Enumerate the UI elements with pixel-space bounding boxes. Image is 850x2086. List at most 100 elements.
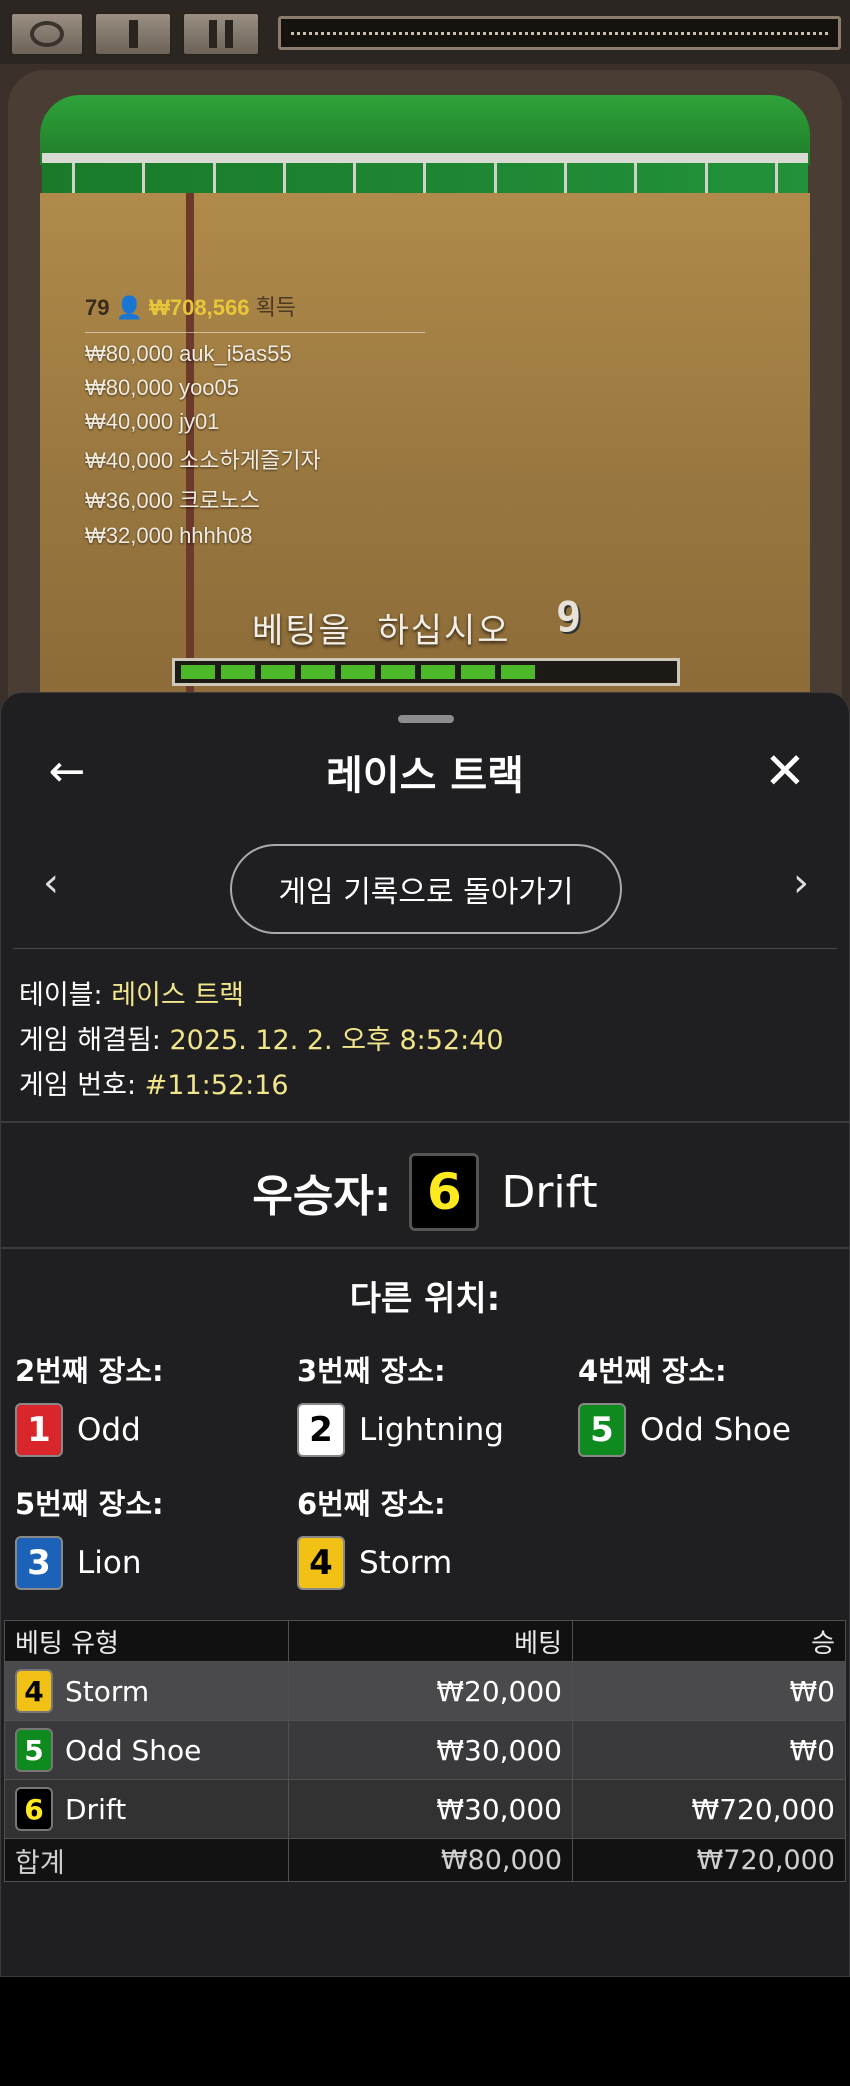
leaderboard-user: yoo05 xyxy=(179,375,240,400)
pause-icon xyxy=(209,20,233,48)
next-game-button[interactable]: › xyxy=(781,860,821,906)
bet-amount-cell: ₩30,000 xyxy=(288,1720,573,1780)
winner-label: 우승자: xyxy=(252,1171,392,1222)
close-icon: ✕ xyxy=(764,742,806,800)
timer-segment xyxy=(301,665,335,679)
leaderboard-row: ₩32,000 hhhh08 xyxy=(85,523,425,549)
leaderboard-amount: ₩40,000 xyxy=(85,448,174,473)
person-icon: 👤 xyxy=(115,295,144,320)
rail-posts xyxy=(42,163,808,193)
total-label: 합계 xyxy=(4,1838,289,1882)
total-win: ₩720,000 xyxy=(572,1838,846,1882)
info-table-value: 레이스 트랙 xyxy=(111,980,245,1011)
bet-type-cell: 5 Odd Shoe xyxy=(4,1720,289,1780)
win-amount-cell: ₩720,000 xyxy=(572,1779,846,1839)
horse-name: Odd Shoe xyxy=(65,1733,202,1767)
drag-handle[interactable] xyxy=(398,715,454,723)
divider xyxy=(13,948,837,949)
info-resolved-value: 2025. 12. 2. 오후 8:52:40 xyxy=(169,1025,504,1056)
place-label: 4번째 장소: xyxy=(578,1354,727,1388)
bet-type-cell: 4 Storm xyxy=(4,1661,289,1721)
leaderboard-row: ₩40,000 소소하게즐기자 xyxy=(85,443,425,475)
other-places-title: 다른 위치: xyxy=(349,1279,501,1319)
info-table-label: 테이블: xyxy=(19,980,103,1011)
place-horse: 4 Storm xyxy=(297,1536,452,1590)
track-rail xyxy=(42,153,808,163)
timer-segment xyxy=(181,665,215,679)
leaderboard-amount: ₩32,000 xyxy=(85,523,174,548)
place-horse: 2 Lightning xyxy=(297,1403,504,1457)
horse-name: Lightning xyxy=(359,1412,504,1448)
divider xyxy=(1,1247,849,1249)
leaderboard-user: 소소하게즐기자 xyxy=(179,448,321,473)
total-row: 합계 ₩80,000 ₩720,000 xyxy=(4,1838,846,1882)
total-bet: ₩80,000 xyxy=(288,1838,573,1882)
col-bet-type: 베팅 유형 xyxy=(4,1620,289,1662)
player-count: 79 xyxy=(85,295,110,320)
col-win: 승 xyxy=(572,1620,846,1662)
leaderboard-row: ₩80,000 auk_i5as55 xyxy=(85,341,425,367)
game-toolbar xyxy=(0,0,850,64)
leaderboard-row: ₩36,000 크로노스 xyxy=(85,483,425,515)
previous-game-button[interactable]: ‹ xyxy=(31,860,71,906)
horse-number-badge: 6 xyxy=(15,1787,53,1831)
table-row: 5 Odd Shoe ₩30,000 ₩0 xyxy=(4,1720,846,1780)
horse-number-badge: 4 xyxy=(15,1669,53,1713)
horse-name: Odd xyxy=(77,1412,141,1448)
timer-segment xyxy=(381,665,415,679)
leaderboard-amount: ₩36,000 xyxy=(85,488,174,513)
winner-name: Drift xyxy=(501,1166,598,1218)
race-progress-strip xyxy=(278,16,841,50)
timer-segment xyxy=(501,665,535,679)
leaderboard-amount: ₩80,000 xyxy=(85,375,174,400)
place-label: 2번째 장소: xyxy=(15,1354,164,1388)
horse-number-badge: 4 xyxy=(297,1536,345,1590)
leaderboard-header: 79 👤 ₩708,566 획득 xyxy=(85,290,425,333)
place-horse: 3 Lion xyxy=(15,1536,142,1590)
close-button[interactable]: ✕ xyxy=(757,742,813,800)
camera-icon xyxy=(30,21,64,47)
winner-badge: 6 xyxy=(409,1153,480,1231)
horse-number-badge: 5 xyxy=(578,1403,626,1457)
winnings-suffix: 획득 xyxy=(255,295,297,320)
bet-message: 베팅을 하십시오 xyxy=(252,611,511,651)
back-to-history-button[interactable]: 게임 기록으로 돌아가기 xyxy=(230,844,622,934)
sheet-title: 레이스 트랙 xyxy=(326,753,524,799)
info-number-label: 게임 번호: xyxy=(19,1070,137,1101)
single-bar-icon xyxy=(128,20,138,48)
leaderboard-amount: ₩40,000 xyxy=(85,409,174,434)
bets-table: 베팅 유형 베팅 승 4 Storm ₩20,000 ₩0 5 Odd Shoe ₩30,0… xyxy=(4,1620,846,1882)
betting-timer-bar xyxy=(172,658,680,686)
game-detail-sheet: ← 레이스 트랙 ✕ ‹ 게임 기록으로 돌아가기 › 테이블: 레이스 트랙 … xyxy=(0,692,850,1977)
place-horse: 1 Odd xyxy=(15,1403,141,1457)
leaderboard-amount: ₩80,000 xyxy=(85,341,174,366)
timer-segment xyxy=(341,665,375,679)
leaderboard-user: jy01 xyxy=(179,409,220,434)
horse-name: Storm xyxy=(359,1545,453,1581)
timer-segment xyxy=(421,665,455,679)
pause-button[interactable] xyxy=(182,12,260,56)
countdown: 9 xyxy=(556,592,582,641)
camera-button[interactable] xyxy=(10,12,84,56)
place-label: 6번째 장소: xyxy=(297,1487,446,1521)
leaderboard-row: ₩80,000 yoo05 xyxy=(85,375,425,401)
place-label: 3번째 장소: xyxy=(297,1354,446,1388)
divider xyxy=(1,1121,849,1123)
horse-number-badge: 2 xyxy=(297,1403,345,1457)
leaderboard-user: 크로노스 xyxy=(179,488,261,513)
table-row: 6 Drift ₩30,000 ₩720,000 xyxy=(4,1779,846,1839)
info-table: 테이블: 레이스 트랙 xyxy=(19,973,244,1012)
info-resolved: 게임 해결됨: 2025. 12. 2. 오후 8:52:40 xyxy=(19,1018,504,1057)
win-amount-cell: ₩0 xyxy=(572,1661,846,1721)
win-amount-cell: ₩0 xyxy=(572,1720,846,1780)
table-row: 4 Storm ₩20,000 ₩0 xyxy=(4,1661,846,1721)
single-view-button[interactable] xyxy=(94,12,172,56)
bet-type-cell: 6 Drift xyxy=(4,1779,289,1839)
info-number: 게임 번호: #11:52:16 xyxy=(19,1063,289,1102)
info-resolved-label: 게임 해결됨: xyxy=(19,1025,161,1056)
leaderboard-user: hhhh08 xyxy=(179,523,253,548)
timer-segment xyxy=(461,665,495,679)
place-horse: 5 Odd Shoe xyxy=(578,1403,791,1457)
leaderboard-user: auk_i5as55 xyxy=(179,341,292,366)
horse-name: Odd Shoe xyxy=(640,1412,791,1448)
